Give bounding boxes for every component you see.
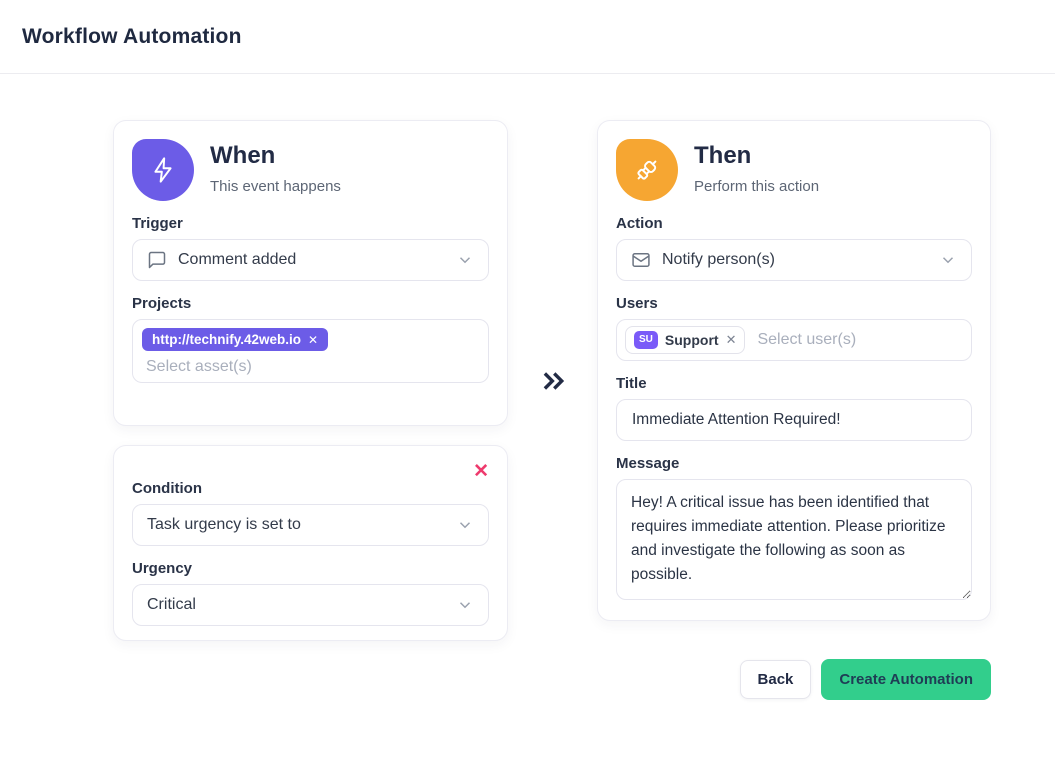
urgency-label: Urgency — [132, 560, 489, 577]
trigger-label: Trigger — [132, 215, 489, 232]
users-placeholder: Select user(s) — [757, 331, 856, 349]
message-label: Message — [616, 455, 972, 472]
lightning-icon — [132, 139, 194, 201]
when-card: When This event happens Trigger Comment … — [113, 120, 508, 426]
project-chip: http://technify.42web.io ✕ — [142, 328, 328, 351]
project-chip-label: http://technify.42web.io — [152, 332, 301, 347]
action-label: Action — [616, 215, 972, 232]
condition-card: ✕ Condition Task urgency is set to Urgen… — [113, 445, 508, 641]
projects-multiselect[interactable]: http://technify.42web.io ✕ Select asset(… — [132, 319, 489, 383]
users-multiselect[interactable]: SU Support ✕ Select user(s) — [616, 319, 972, 361]
then-title: Then — [694, 142, 819, 170]
projects-label: Projects — [132, 295, 489, 312]
condition-value: Task urgency is set to — [147, 516, 445, 534]
then-card-header: Then Perform this action — [616, 139, 972, 201]
message-textarea[interactable] — [616, 479, 972, 600]
when-title: When — [210, 142, 341, 170]
chevron-down-icon — [456, 251, 474, 269]
comment-icon — [147, 250, 167, 270]
chevron-down-icon — [456, 596, 474, 614]
trigger-value: Comment added — [178, 251, 445, 269]
trigger-select[interactable]: Comment added — [132, 239, 489, 281]
mail-icon — [631, 250, 651, 270]
remove-project-chip-icon[interactable]: ✕ — [308, 333, 318, 347]
condition-select[interactable]: Task urgency is set to — [132, 504, 489, 546]
title-input[interactable] — [616, 399, 972, 441]
projects-placeholder: Select asset(s) — [146, 358, 479, 376]
back-button[interactable]: Back — [740, 660, 812, 699]
remove-condition-icon[interactable]: ✕ — [473, 462, 489, 481]
chevron-down-icon — [456, 516, 474, 534]
urgency-select[interactable]: Critical — [132, 584, 489, 626]
action-select[interactable]: Notify person(s) — [616, 239, 972, 281]
user-avatar: SU — [634, 331, 658, 349]
footer-actions: Back Create Automation — [740, 659, 991, 700]
remove-user-chip-icon[interactable]: ✕ — [726, 332, 737, 348]
action-value: Notify person(s) — [662, 251, 928, 269]
when-subtitle: This event happens — [210, 178, 341, 195]
workflow-automation-page: Workflow Automation When This event happ… — [0, 0, 1055, 783]
plug-icon — [616, 139, 678, 201]
double-chevron-right-icon — [538, 366, 568, 401]
urgency-value: Critical — [147, 596, 445, 614]
user-chip-name: Support — [665, 332, 719, 348]
user-chip: SU Support ✕ — [625, 326, 745, 354]
chevron-down-icon — [939, 251, 957, 269]
create-automation-button[interactable]: Create Automation — [821, 659, 991, 700]
when-card-header: When This event happens — [132, 139, 489, 201]
users-label: Users — [616, 295, 972, 312]
title-label: Title — [616, 375, 972, 392]
page-header: Workflow Automation — [0, 0, 1055, 74]
page-title: Workflow Automation — [22, 25, 242, 49]
then-card: Then Perform this action Action Notify p… — [597, 120, 991, 621]
then-subtitle: Perform this action — [694, 178, 819, 195]
condition-label: Condition — [132, 480, 489, 497]
